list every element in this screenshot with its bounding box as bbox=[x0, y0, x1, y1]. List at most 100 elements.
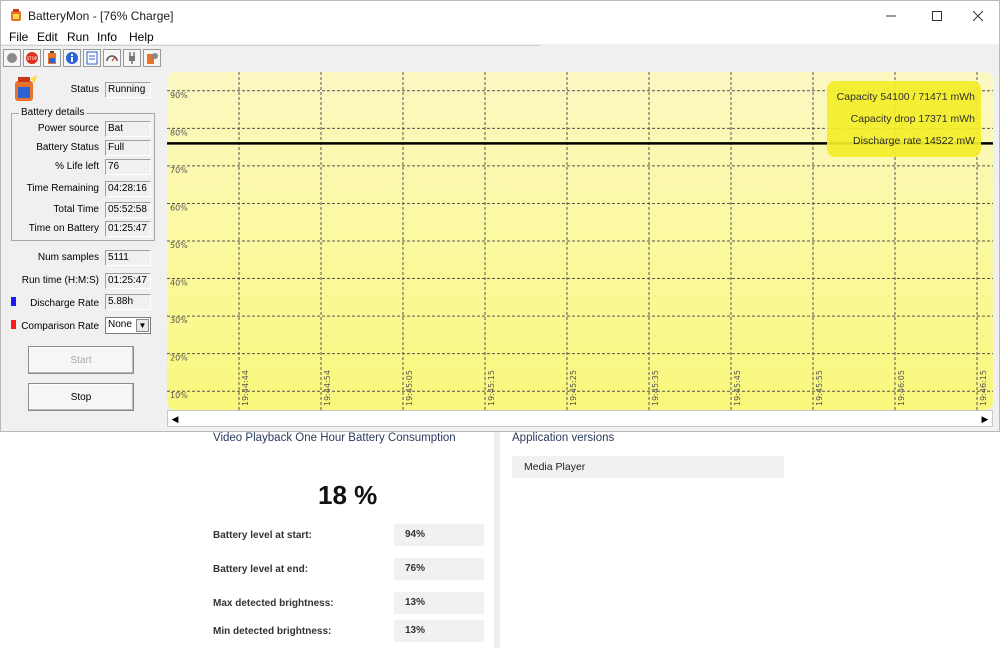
y-tick-label: 90% bbox=[170, 91, 188, 100]
run-time-label: Run time (H:M:S) bbox=[21, 275, 99, 286]
battery-button[interactable] bbox=[43, 49, 61, 67]
metric-value-end: 76% bbox=[394, 558, 484, 580]
x-tick-label: 19:46:05 bbox=[897, 370, 906, 406]
graph-info-box: Capacity 54100 / 71471 mWh Capacity drop… bbox=[827, 81, 981, 157]
time-on-battery-value: 01:25:47 bbox=[105, 221, 151, 237]
gauge-button[interactable] bbox=[103, 49, 121, 67]
menu-run[interactable]: Run bbox=[67, 30, 89, 44]
y-tick-label: 50% bbox=[170, 241, 188, 250]
svg-text:STOP: STOP bbox=[27, 56, 38, 61]
report-panel: Video Playback One Hour Battery Consumpt… bbox=[210, 432, 494, 648]
x-tick-label: 19:45:15 bbox=[487, 370, 496, 406]
info-button[interactable] bbox=[63, 49, 81, 67]
minimize-icon bbox=[886, 15, 896, 17]
graph-horizontal-scrollbar[interactable]: ◀ ▶ bbox=[167, 410, 993, 427]
status-value: Running bbox=[105, 82, 151, 98]
y-tick-label: 30% bbox=[170, 316, 188, 325]
title-bar[interactable]: BatteryMon - [76% Charge] bbox=[1, 1, 999, 31]
stop-icon: STOP bbox=[26, 52, 38, 64]
total-time-value: 05:52:58 bbox=[105, 202, 151, 218]
time-remaining-label: Time Remaining bbox=[26, 183, 99, 194]
metric-label-min-brightness: Min detected brightness: bbox=[213, 626, 332, 637]
notepad-button[interactable] bbox=[83, 49, 101, 67]
battery-status-value: Full bbox=[105, 140, 151, 156]
plug-icon bbox=[129, 52, 135, 64]
maximize-icon bbox=[932, 11, 942, 21]
metric-label-max-brightness: Max detected brightness: bbox=[213, 598, 334, 609]
num-samples-label: Num samples bbox=[37, 252, 99, 263]
comparison-rate-selected-value: None bbox=[108, 319, 132, 330]
app-version-row: Media Player bbox=[512, 456, 784, 478]
y-tick-label: 20% bbox=[170, 354, 188, 363]
battery-details-title: Battery details bbox=[19, 107, 87, 118]
num-samples-value: 5111 bbox=[105, 250, 151, 266]
metric-value-start: 94% bbox=[394, 524, 484, 546]
discharge-rate-label: Discharge Rate bbox=[30, 298, 99, 309]
time-on-battery-label: Time on Battery bbox=[28, 223, 99, 234]
life-left-label: % Life left bbox=[55, 161, 99, 172]
y-tick-label: 40% bbox=[170, 279, 188, 288]
metric-label-end: Battery level at end: bbox=[213, 564, 309, 575]
discharge-rate-value: 5.88h bbox=[105, 294, 151, 310]
y-tick-label: 10% bbox=[170, 391, 188, 400]
y-tick-label: 80% bbox=[170, 128, 188, 137]
menu-bar: File Edit Run Info Help bbox=[1, 30, 999, 44]
battery-settings-icon bbox=[147, 53, 158, 64]
comparison-rate-label: Comparison Rate bbox=[21, 321, 99, 332]
notepad-icon bbox=[86, 51, 98, 65]
y-tick-label: 60% bbox=[170, 203, 188, 212]
scroll-right-icon[interactable]: ▶ bbox=[979, 413, 991, 425]
x-tick-label: 19:44:44 bbox=[241, 370, 250, 406]
column-divider bbox=[494, 432, 500, 648]
app-versions-title: Application versions bbox=[512, 432, 615, 444]
chevron-down-icon[interactable]: ▼ bbox=[136, 319, 149, 332]
capacity-drop-readout: Capacity drop 17371 mWh bbox=[850, 113, 975, 125]
scroll-left-icon[interactable]: ◀ bbox=[169, 413, 181, 425]
close-button[interactable] bbox=[955, 1, 1000, 31]
record-icon bbox=[7, 53, 17, 63]
status-label: Status bbox=[70, 84, 99, 95]
batterymon-window: BatteryMon - [76% Charge] File Edit Run … bbox=[0, 0, 1000, 432]
window-title: BatteryMon - [76% Charge] bbox=[28, 9, 174, 23]
maximize-button[interactable] bbox=[914, 1, 960, 31]
metric-value-min-brightness: 13% bbox=[394, 620, 484, 642]
menu-help[interactable]: Help bbox=[129, 30, 154, 44]
menu-info[interactable]: Info bbox=[97, 30, 117, 44]
stop-button[interactable]: Stop bbox=[28, 383, 134, 411]
toolbar: STOP bbox=[1, 48, 171, 70]
battery-settings-button[interactable] bbox=[143, 49, 161, 67]
y-tick-label: 70% bbox=[170, 166, 188, 175]
minimize-button[interactable] bbox=[868, 1, 914, 31]
start-button[interactable]: Start bbox=[28, 346, 134, 374]
record-button[interactable] bbox=[3, 49, 21, 67]
x-tick-label: 19:44:54 bbox=[323, 370, 332, 406]
close-icon bbox=[973, 11, 983, 21]
x-tick-label: 19:45:55 bbox=[815, 370, 824, 406]
run-time-value: 01:25:47 bbox=[105, 273, 151, 289]
report-title: Video Playback One Hour Battery Consumpt… bbox=[213, 432, 456, 444]
time-remaining-value: 04:28:16 bbox=[105, 181, 151, 197]
menu-file[interactable]: File bbox=[9, 30, 28, 44]
power-source-value: Bat bbox=[105, 121, 151, 137]
x-tick-label: 19:45:35 bbox=[651, 370, 660, 406]
battery-status-icon bbox=[15, 75, 37, 101]
stop-toolbar-button[interactable]: STOP bbox=[23, 49, 41, 67]
discharge-rate-readout: Discharge rate 14522 mW bbox=[853, 135, 975, 147]
gauge-icon bbox=[106, 55, 118, 62]
comparison-rate-select[interactable]: None ▼ bbox=[105, 317, 151, 334]
metric-value-max-brightness: 13% bbox=[394, 592, 484, 614]
x-tick-label: 19:45:05 bbox=[405, 370, 414, 406]
info-icon bbox=[66, 52, 78, 64]
menu-edit[interactable]: Edit bbox=[37, 30, 58, 44]
x-tick-label: 19:45:45 bbox=[733, 370, 742, 406]
consumption-percent: 18 % bbox=[318, 480, 378, 510]
life-left-value: 76 bbox=[105, 159, 151, 175]
x-tick-label: 19:45:25 bbox=[569, 370, 578, 406]
plug-button[interactable] bbox=[123, 49, 141, 67]
battery-status-label: Battery Status bbox=[36, 142, 99, 153]
capacity-readout: Capacity 54100 / 71471 mWh bbox=[836, 91, 975, 103]
battery-icon bbox=[48, 51, 56, 64]
power-source-label: Power source bbox=[37, 123, 99, 134]
total-time-label: Total Time bbox=[53, 204, 99, 215]
x-tick-label: 19:46:15 bbox=[979, 370, 988, 406]
